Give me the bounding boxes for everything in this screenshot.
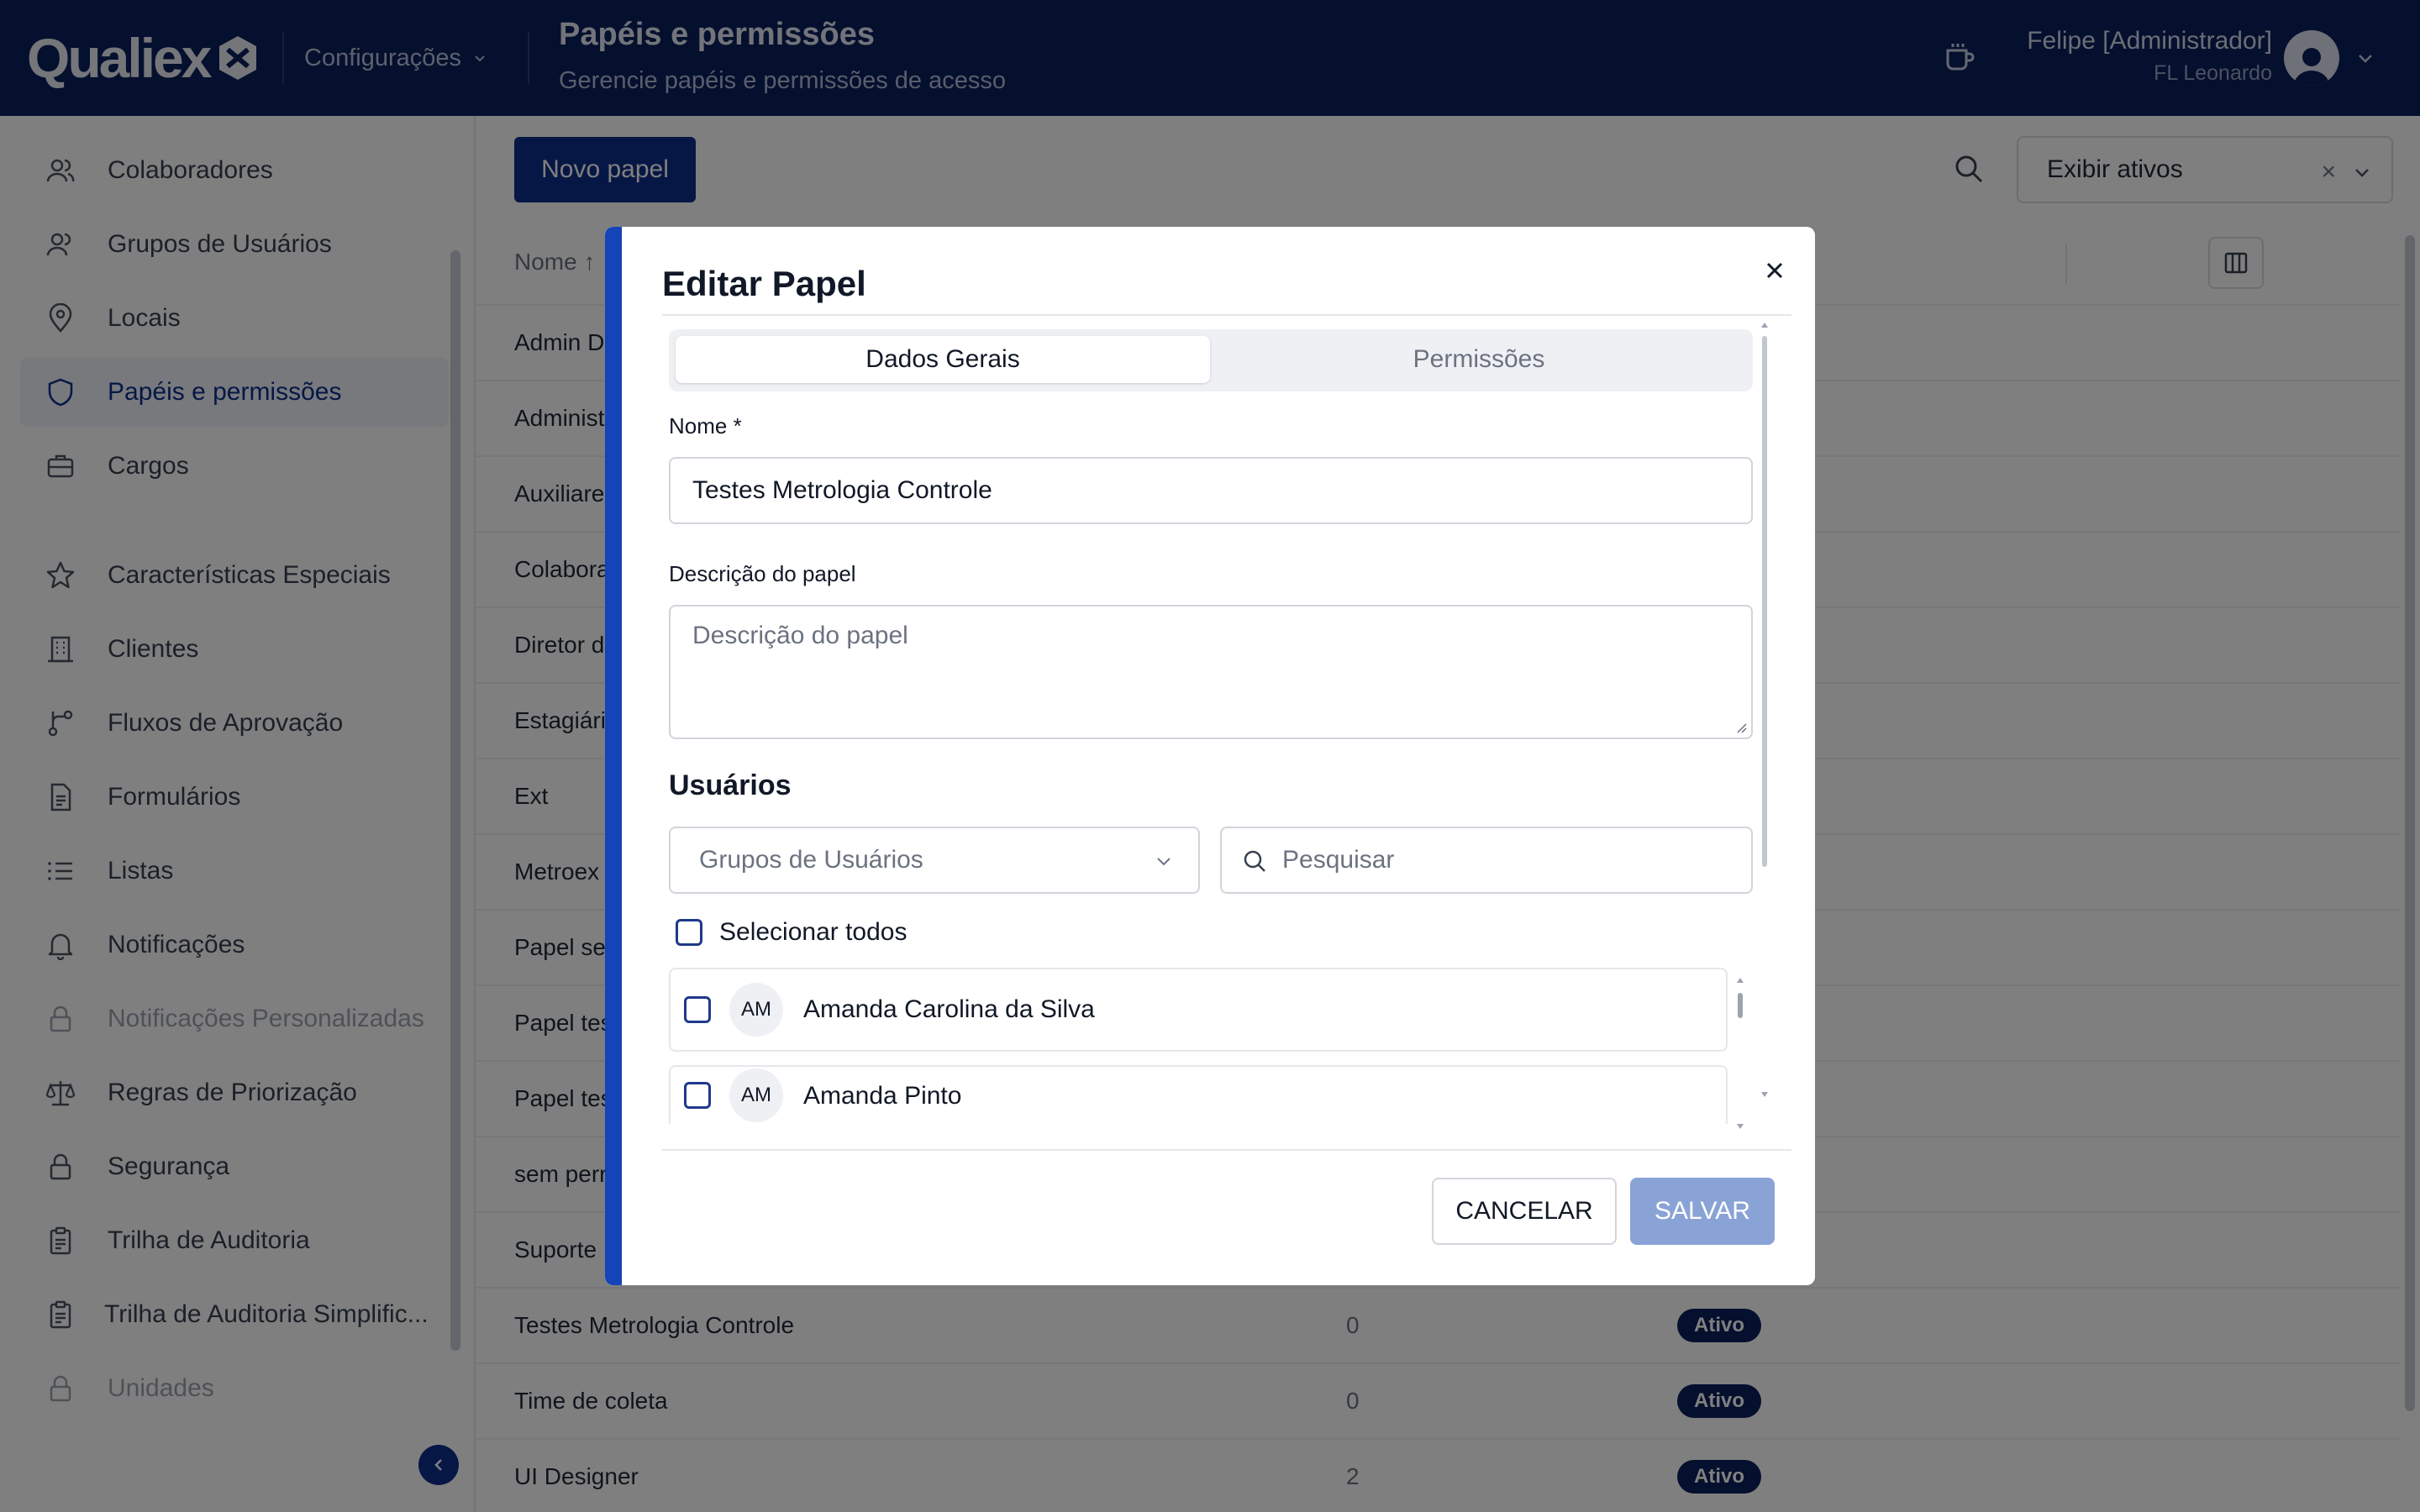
- edit-role-dialog: Editar Papel Dados Gerais Permissões Nom…: [605, 227, 1815, 1285]
- user-group-select[interactable]: Grupos de Usuários: [669, 827, 1200, 894]
- user-search-placeholder: Pesquisar: [1282, 846, 1395, 874]
- close-icon[interactable]: [1760, 255, 1790, 286]
- cancel-button[interactable]: CANCELAR: [1432, 1178, 1617, 1245]
- user-list-item[interactable]: AM Amanda Pinto: [669, 1065, 1728, 1124]
- search-icon: [1244, 850, 1265, 872]
- user-search-input[interactable]: Pesquisar: [1220, 827, 1753, 894]
- user-initials-avatar: AM: [729, 983, 783, 1037]
- users-section-title: Usuários: [669, 769, 792, 801]
- dialog-divider: [662, 314, 1791, 316]
- chevron-down-icon: [1157, 858, 1171, 866]
- dialog-title: Editar Papel: [662, 264, 866, 303]
- description-label: Descrição do papel: [669, 561, 856, 586]
- dialog-scrollbar[interactable]: [1760, 319, 1770, 1100]
- user-list-scrollbar[interactable]: [1736, 976, 1744, 1132]
- select-all-users[interactable]: Selecionar todos: [676, 916, 907, 949]
- user-name: Amanda Pinto: [803, 1082, 962, 1110]
- tab-permissoes[interactable]: Permissões: [1212, 336, 1746, 383]
- user-initials-avatar: AM: [729, 1068, 783, 1122]
- resize-grip-icon[interactable]: [1734, 721, 1748, 734]
- select-all-label: Selecionar todos: [719, 918, 908, 946]
- dialog-accent-stripe: [605, 227, 622, 1285]
- user-list-item[interactable]: AM Amanda Carolina da Silva: [669, 968, 1728, 1052]
- user-group-select-placeholder: Grupos de Usuários: [699, 846, 923, 874]
- description-textarea[interactable]: Descrição do papel: [669, 605, 1753, 739]
- name-input-value: Testes Metrologia Controle: [692, 476, 992, 504]
- user-checkbox[interactable]: [684, 1082, 711, 1109]
- select-all-checkbox[interactable]: [676, 919, 702, 946]
- tab-dados-gerais[interactable]: Dados Gerais: [676, 336, 1210, 383]
- name-input[interactable]: Testes Metrologia Controle: [669, 457, 1753, 524]
- save-button[interactable]: SALVAR: [1630, 1178, 1775, 1245]
- user-name: Amanda Carolina da Silva: [803, 995, 1095, 1023]
- name-label: Nome *: [669, 413, 742, 438]
- user-checkbox[interactable]: [684, 996, 711, 1023]
- description-placeholder: Descrição do papel: [692, 622, 908, 649]
- dialog-tabs: Dados Gerais Permissões: [669, 329, 1753, 391]
- dialog-divider: [662, 1149, 1791, 1151]
